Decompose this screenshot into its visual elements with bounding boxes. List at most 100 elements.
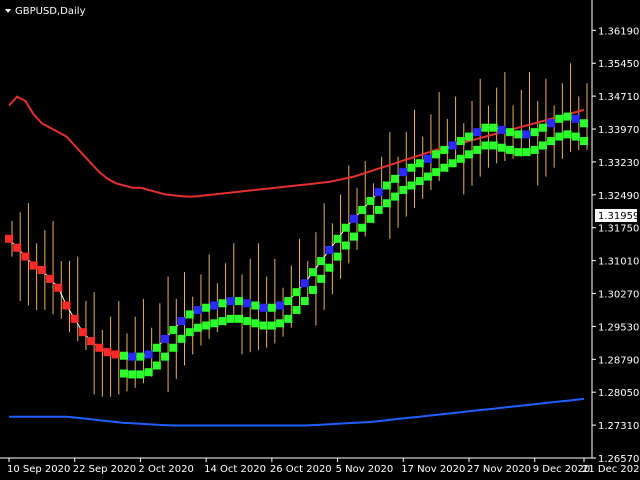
x-tick-labels: 10 Sep 2020 22 Sep 2020 2 Oct 2020 14 Oct 2… xyxy=(7,458,640,475)
signal-block xyxy=(292,305,301,314)
signal-block xyxy=(497,143,506,152)
signal-block xyxy=(300,279,309,288)
signal-block xyxy=(341,223,350,232)
triangle-down-icon[interactable] xyxy=(5,9,11,13)
signal-block xyxy=(448,159,457,168)
signal-block xyxy=(177,334,186,343)
signal-block xyxy=(169,325,178,334)
signal-block xyxy=(185,310,194,319)
signal-block xyxy=(448,141,457,150)
signal-block xyxy=(29,261,38,270)
price-chart: 1.36190 1.35450 1.34710 1.33970 1.33230 1.324… xyxy=(0,0,640,475)
signal-block xyxy=(235,297,243,306)
signal-block xyxy=(391,192,400,201)
signal-block xyxy=(522,148,531,157)
signal-block xyxy=(563,130,572,139)
signal-block xyxy=(358,205,367,214)
signal-block xyxy=(103,348,112,357)
chart-window: 1.36190 1.35450 1.34710 1.33970 1.33230 1.324… xyxy=(0,0,640,480)
y-tick-labels: 1.36190 1.35450 1.34710 1.33970 1.33230 1.324… xyxy=(592,26,639,465)
signal-block xyxy=(144,350,153,359)
x-tick-label: 17 Nov 2020 xyxy=(401,464,465,475)
signal-block xyxy=(5,234,13,243)
signal-block xyxy=(259,303,268,312)
envelope-bands xyxy=(8,95,585,427)
y-tick-label: 1.32490 xyxy=(598,191,639,202)
signal-block xyxy=(456,137,465,146)
signal-block xyxy=(70,314,79,323)
y-tick-label: 1.33970 xyxy=(598,125,639,136)
signal-block xyxy=(325,245,334,254)
signal-block xyxy=(276,319,285,328)
signal-block xyxy=(152,361,161,370)
signal-block xyxy=(333,252,342,261)
signal-block xyxy=(210,301,219,310)
x-tick-label: 21 Dec 2020 xyxy=(582,464,640,475)
signal-block xyxy=(226,297,235,306)
y-tick-label: 1.28790 xyxy=(598,355,639,366)
signal-block xyxy=(547,119,556,128)
signal-block xyxy=(202,321,211,330)
signal-block xyxy=(497,125,506,134)
signal-block xyxy=(555,132,564,141)
signal-block xyxy=(465,132,473,141)
signal-block xyxy=(308,268,317,277)
y-tick-label: 1.31750 xyxy=(598,224,639,235)
lower-band-line xyxy=(9,397,585,427)
signal-block xyxy=(506,145,515,154)
signal-block xyxy=(300,297,309,306)
upper-band-line xyxy=(8,95,585,198)
signal-block xyxy=(366,214,375,223)
signal-block xyxy=(423,172,432,181)
signal-block xyxy=(473,128,482,137)
signal-block xyxy=(571,132,580,141)
signal-block xyxy=(530,145,539,154)
signal-block xyxy=(440,163,449,172)
signal-block xyxy=(571,114,580,123)
signal-block xyxy=(456,154,465,163)
x-tick-label: 10 Sep 2020 xyxy=(7,464,70,475)
signal-block xyxy=(120,369,128,378)
signal-block xyxy=(46,274,55,283)
signal-block xyxy=(251,319,260,328)
y-tick-label: 1.30270 xyxy=(598,290,639,301)
signal-block xyxy=(358,223,367,232)
signal-block xyxy=(423,154,432,163)
signal-block xyxy=(78,328,87,337)
signal-block xyxy=(374,188,383,197)
signal-block xyxy=(251,301,260,310)
price-line xyxy=(8,116,585,358)
signal-block xyxy=(226,314,235,323)
signal-block xyxy=(473,145,482,154)
signal-block xyxy=(547,137,556,146)
signal-block xyxy=(13,243,22,252)
signal-blocks xyxy=(5,112,588,379)
y-tick-label: 1.36190 xyxy=(598,26,639,37)
signal-block xyxy=(37,265,46,274)
x-tick-label: 27 Nov 2020 xyxy=(467,464,531,475)
y-tick-label: 1.31010 xyxy=(598,257,639,268)
y-tick-label: 1.27310 xyxy=(598,421,639,432)
signal-block xyxy=(555,114,564,123)
signal-block xyxy=(235,314,243,323)
signal-block xyxy=(259,321,268,330)
signal-block xyxy=(538,123,547,132)
signal-block xyxy=(481,141,490,150)
signal-block xyxy=(111,350,120,359)
signal-block xyxy=(62,301,71,310)
signal-block xyxy=(202,303,211,312)
signal-block xyxy=(152,343,161,352)
signal-block xyxy=(54,283,63,292)
signal-block xyxy=(399,185,408,194)
signal-block xyxy=(366,197,375,206)
signal-block xyxy=(276,301,285,310)
axes xyxy=(0,0,593,459)
signal-block xyxy=(177,317,186,326)
signal-block xyxy=(136,370,145,379)
x-tick-label: 5 Nov 2020 xyxy=(336,464,394,475)
signal-block xyxy=(218,317,227,326)
signal-block xyxy=(530,128,539,137)
signal-block xyxy=(144,368,153,377)
chart-title[interactable]: GBPUSD,Daily xyxy=(5,6,86,17)
signal-block xyxy=(580,137,588,146)
